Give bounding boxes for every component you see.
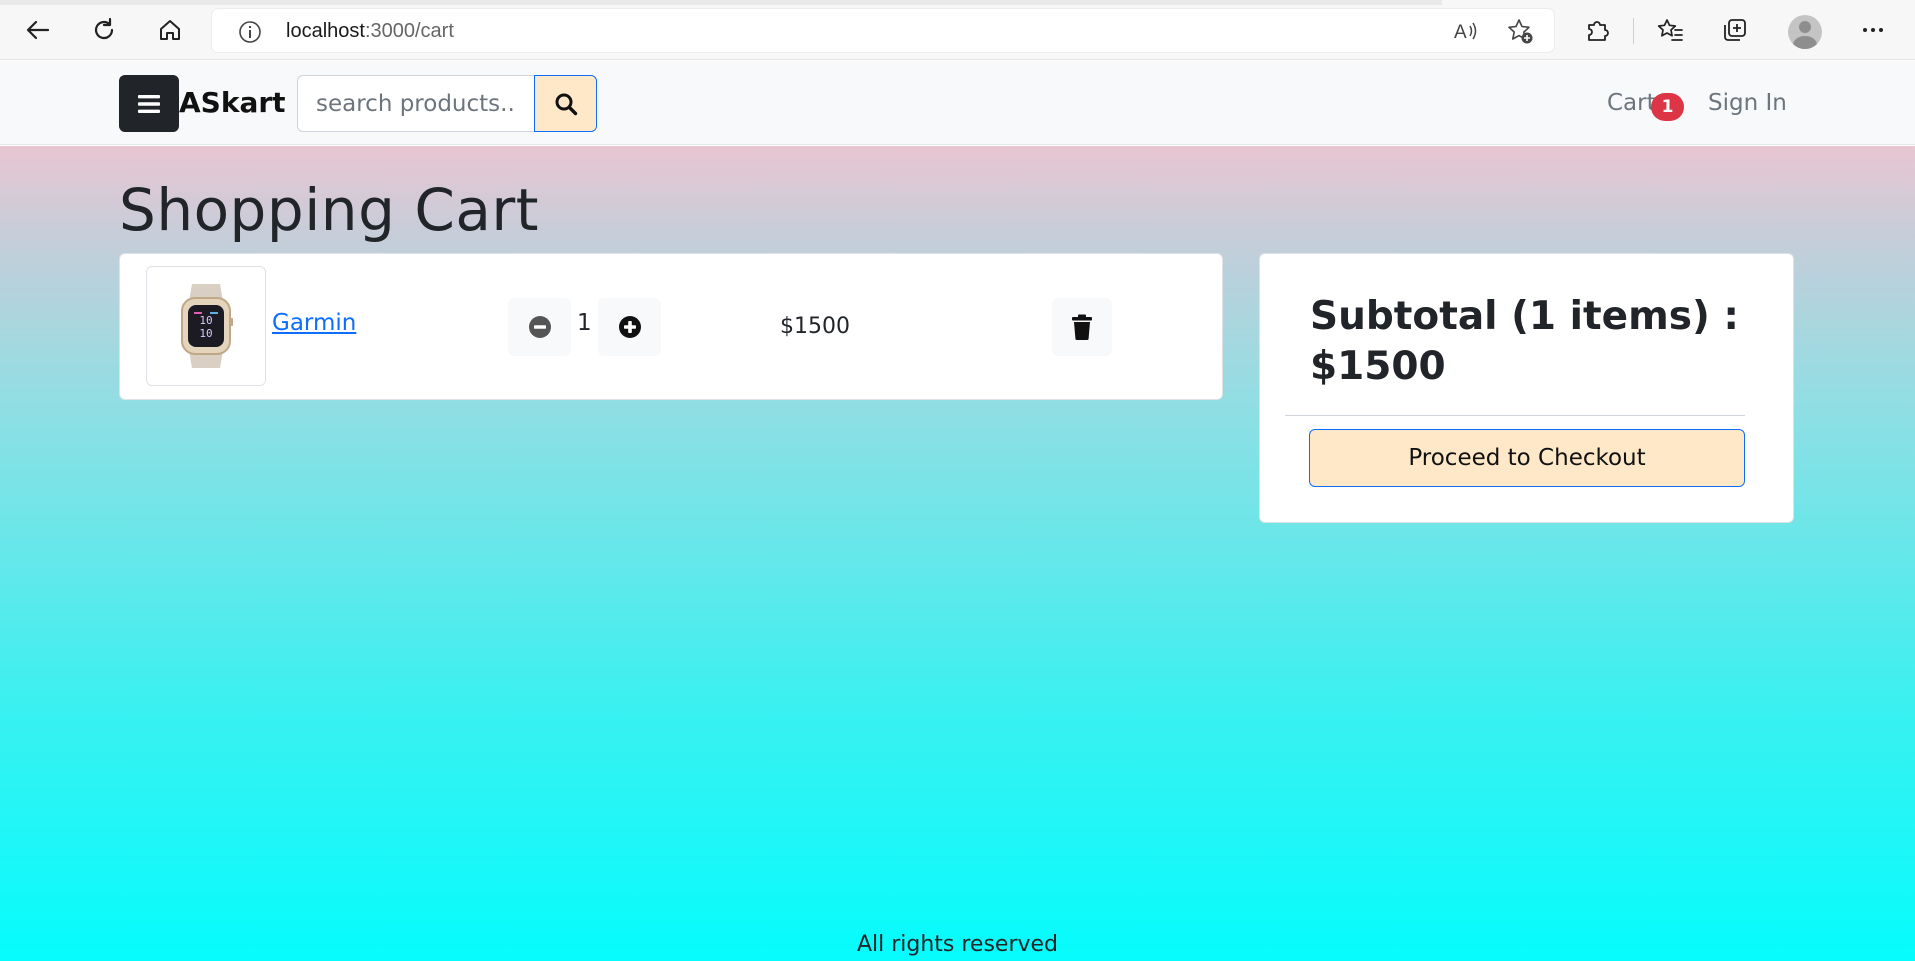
cart-item-row: 10 10 Garmin 1 $1500 [119,253,1223,400]
toolbar-divider [1633,18,1634,44]
collections-button[interactable] [1717,12,1753,48]
svg-text:A: A [1454,22,1467,43]
collections-icon [1724,19,1746,41]
more-button[interactable] [1855,12,1891,48]
subtotal-amount: $1500 [1310,344,1446,389]
checkout-button[interactable]: Proceed to Checkout [1309,429,1745,487]
svg-text:10: 10 [199,327,212,340]
item-price: $1500 [780,314,850,339]
refresh-icon [94,17,114,40]
refresh-button[interactable] [86,12,122,48]
search-icon [555,93,577,115]
extensions-icon [1588,21,1609,41]
watch-image: 10 10 [181,284,233,368]
decrease-qty-button[interactable] [508,298,571,356]
svg-text:10: 10 [199,314,212,327]
brand-logo[interactable]: ASkart [179,86,286,119]
product-link[interactable]: Garmin [272,310,356,336]
subtotal-label: Subtotal (1 items) : [1310,294,1739,339]
back-button[interactable] [20,12,56,48]
page-body: Shopping Cart 10 10 Garmin 1 $1500 Subto… [0,146,1915,961]
more-icon [1863,28,1883,32]
page-title: Shopping Cart [119,176,539,244]
minus-circle-icon [528,316,551,338]
browser-toolbar: localhost:3000/cart A [0,0,1915,60]
nav-signin-link[interactable]: Sign In [1708,90,1787,116]
url-host: localhost [286,20,365,42]
quantity-value: 1 [577,310,592,336]
subtotal-heading: Subtotal (1 items) : $1500 [1310,292,1750,392]
url-text[interactable]: localhost:3000/cart [286,20,454,43]
profile-icon[interactable] [1788,15,1822,49]
home-icon [160,20,180,40]
address-bar[interactable]: localhost:3000/cart A [212,9,1554,52]
home-button[interactable] [152,12,188,48]
read-aloud-icon[interactable]: A [1450,15,1482,47]
search-input[interactable] [297,75,535,132]
plus-circle-icon [618,316,641,338]
search-button[interactable] [534,75,597,132]
order-summary: Subtotal (1 items) : $1500 Proceed to Ch… [1259,253,1794,523]
footer-text: All rights reserved [856,932,1059,957]
extensions-button[interactable] [1579,12,1615,48]
increase-qty-button[interactable] [598,298,661,356]
remove-item-button[interactable] [1052,298,1112,356]
favorites-icon [1657,19,1683,41]
app-navbar: ASkart Cart 1 Sign In [0,61,1915,145]
menu-button[interactable] [119,75,179,132]
summary-divider [1285,415,1745,416]
hamburger-icon [138,94,160,113]
product-thumbnail: 10 10 [146,266,266,386]
tab-strip-edge [0,0,1442,5]
info-icon[interactable] [238,20,262,48]
favorites-button[interactable] [1652,12,1688,48]
add-favorite-icon[interactable] [1504,15,1536,47]
trash-icon [1072,314,1092,340]
url-path: :3000/cart [364,20,454,42]
nav-cart-link[interactable]: Cart [1607,90,1656,116]
back-arrow-icon [26,20,50,40]
cart-count-badge: 1 [1651,93,1684,121]
